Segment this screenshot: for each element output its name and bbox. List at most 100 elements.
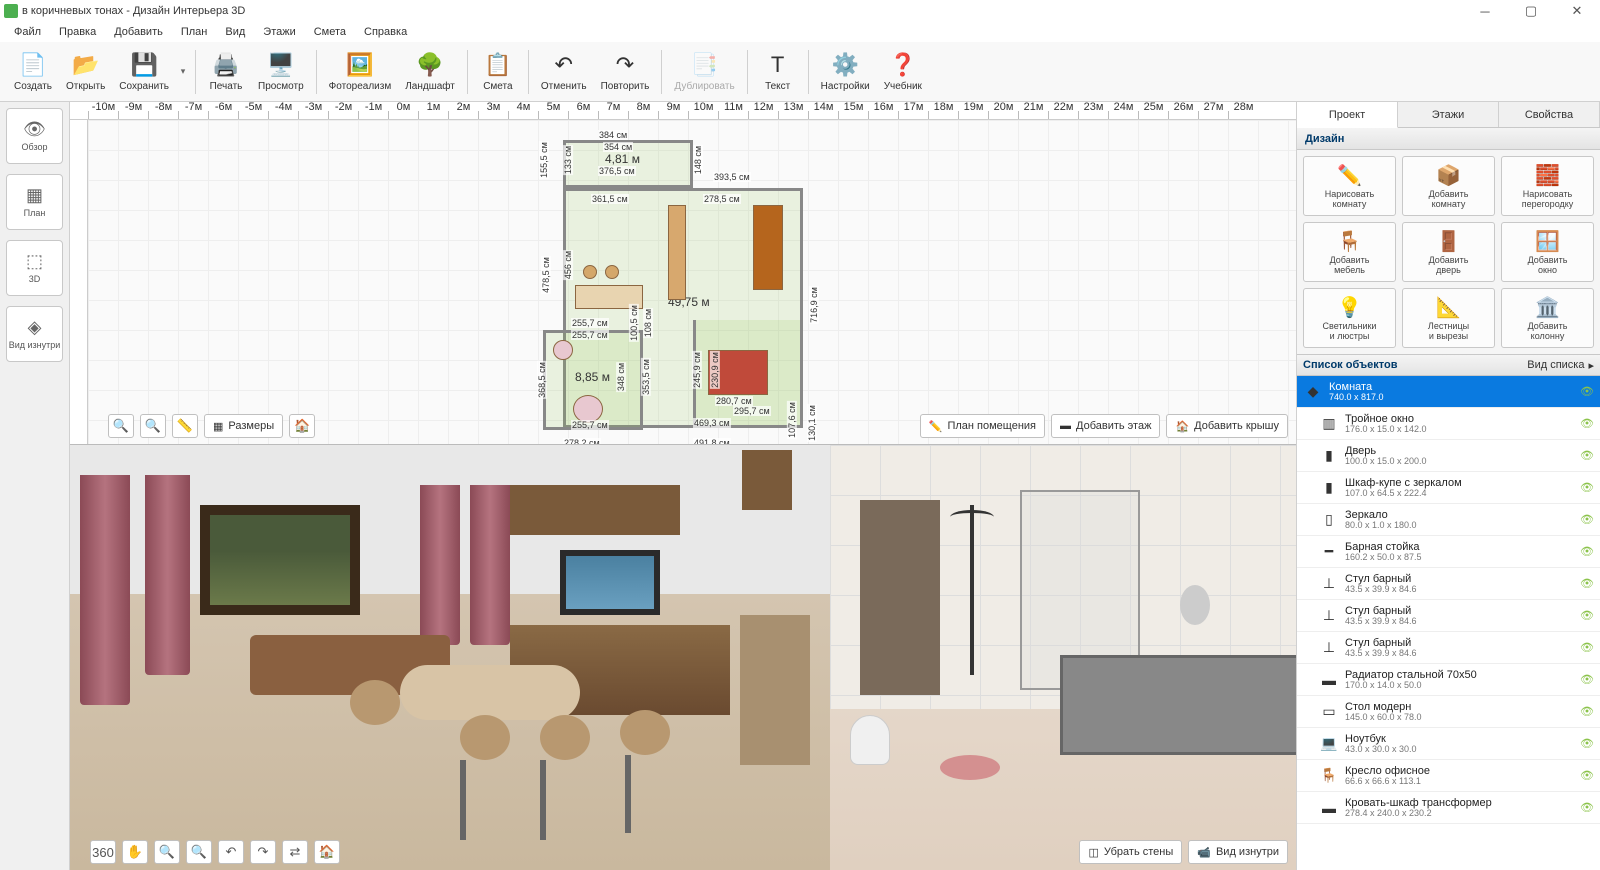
flip-button[interactable]: ⇄ <box>282 840 308 864</box>
object-item[interactable]: ▭Стол модерн145.0 x 60.0 x 78.0👁 <box>1297 696 1600 728</box>
visibility-icon[interactable]: 👁 <box>1580 673 1594 686</box>
settings-button[interactable]: ⚙️Настройки <box>815 44 876 100</box>
menu-Файл[interactable]: Файл <box>6 24 49 40</box>
view-3d-button[interactable]: ⬚3D <box>6 240 63 296</box>
object-item[interactable]: ━Барная стойка160.2 x 50.0 x 87.5👁 <box>1297 536 1600 568</box>
landscape-button[interactable]: 🌳Ландшафт <box>399 44 461 100</box>
preview-button[interactable]: 🖥️Просмотр <box>252 44 310 100</box>
furn-sofa[interactable] <box>668 205 686 300</box>
create-button[interactable]: 📄Создать <box>8 44 58 100</box>
duplicate-button[interactable]: 📑Дублировать <box>668 44 740 100</box>
home-3d-button[interactable]: 🏠 <box>314 840 340 864</box>
view-plan-button[interactable]: ▦План <box>6 174 63 230</box>
object-item[interactable]: ⊥Стул барный43.5 x 39.9 x 84.6👁 <box>1297 632 1600 664</box>
minimize-button[interactable]: ─ <box>1462 0 1508 22</box>
visibility-icon[interactable]: 👁 <box>1580 545 1594 558</box>
add-roof-button[interactable]: 🏠Добавить крышу <box>1166 414 1288 438</box>
design-btn[interactable]: 🏛️Добавитьколонну <box>1501 288 1594 348</box>
visibility-icon[interactable]: 👁 <box>1580 417 1594 430</box>
visibility-icon[interactable]: 👁 <box>1580 385 1594 398</box>
object-item[interactable]: ▬Радиатор стальной 70x50170.0 x 14.0 x 5… <box>1297 664 1600 696</box>
object-item[interactable]: ▮Шкаф-купе с зеркалом107.0 x 64.5 x 222.… <box>1297 472 1600 504</box>
object-item[interactable]: ▥Тройное окно176.0 x 15.0 x 142.0👁 <box>1297 408 1600 440</box>
list-view-toggle[interactable]: Вид списка▸ <box>1527 359 1594 372</box>
menu-Правка[interactable]: Правка <box>51 24 104 40</box>
design-btn[interactable]: 📐Лестницыи вырезы <box>1402 288 1495 348</box>
visibility-icon[interactable]: 👁 <box>1580 609 1594 622</box>
visibility-icon[interactable]: 👁 <box>1580 641 1594 654</box>
floorplan-button[interactable]: ✏️План помещения <box>920 414 1045 438</box>
plan-canvas[interactable]: 4,81 м 384 см 354 см 376,5 см 155,5 см 1… <box>88 120 1296 444</box>
tab-Этажи[interactable]: Этажи <box>1398 102 1499 127</box>
view-3d[interactable]: 360 ✋ 🔍 🔍 ↶ ↷ ⇄ 🏠 ◫Убрать стены 📹Вид изн… <box>70 444 1296 870</box>
text-button[interactable]: TТекст <box>754 44 802 100</box>
menu-План[interactable]: План <box>173 24 216 40</box>
object-item[interactable]: ▮Дверь100.0 x 15.0 x 200.0👁 <box>1297 440 1600 472</box>
zoom-out-button[interactable]: 🔍 <box>108 414 134 438</box>
visibility-icon[interactable]: 👁 <box>1580 449 1594 462</box>
menu-Справка[interactable]: Справка <box>356 24 415 40</box>
menu-Смета[interactable]: Смета <box>306 24 354 40</box>
tutorial-button[interactable]: ❓Учебник <box>878 44 928 100</box>
hand-tool-button[interactable]: ✋ <box>122 840 148 864</box>
furn-stool2[interactable] <box>605 265 619 279</box>
design-btn[interactable]: 💡Светильникии люстры <box>1303 288 1396 348</box>
menu-Этажи[interactable]: Этажи <box>255 24 303 40</box>
design-btn[interactable]: 📦Добавитькомнату <box>1402 156 1495 216</box>
rotate-360-button[interactable]: 360 <box>90 840 116 864</box>
design-btn[interactable]: 🪑Добавитьмебель <box>1303 222 1396 282</box>
save-dropdown[interactable]: ▾ <box>177 44 189 100</box>
tab-Свойства[interactable]: Свойства <box>1499 102 1600 127</box>
undo-button[interactable]: ↶Отменить <box>535 44 593 100</box>
furn-stool1[interactable] <box>583 265 597 279</box>
zoom-out-3d-button[interactable]: 🔍 <box>154 840 180 864</box>
visibility-icon[interactable]: 👁 <box>1580 737 1594 750</box>
object-item[interactable]: ◆Комната740.0 x 817.0👁 <box>1297 376 1600 408</box>
furn-toilet[interactable] <box>573 395 603 423</box>
furn-wash[interactable] <box>553 340 573 360</box>
visibility-icon[interactable]: 👁 <box>1580 801 1594 814</box>
object-item[interactable]: ⊥Стул барный43.5 x 39.9 x 84.6👁 <box>1297 600 1600 632</box>
rotate-left-button[interactable]: ↶ <box>218 840 244 864</box>
design-btn[interactable]: 🧱Нарисоватьперегородку <box>1501 156 1594 216</box>
zoom-in-3d-button[interactable]: 🔍 <box>186 840 212 864</box>
maximize-button[interactable]: ▢ <box>1508 0 1554 22</box>
add-floor-button[interactable]: ▬Добавить этаж <box>1051 414 1160 438</box>
inside-view-button[interactable]: 📹Вид изнутри <box>1188 840 1288 864</box>
visibility-icon[interactable]: 👁 <box>1580 513 1594 526</box>
remove-walls-button[interactable]: ◫Убрать стены <box>1079 840 1182 864</box>
home-button[interactable]: 🏠 <box>289 414 315 438</box>
design-btn[interactable]: ✏️Нарисоватькомнату <box>1303 156 1396 216</box>
visibility-icon[interactable]: 👁 <box>1580 577 1594 590</box>
plan-view-2d[interactable]: 4,81 м 384 см 354 см 376,5 см 155,5 см 1… <box>70 120 1296 444</box>
visibility-icon[interactable]: 👁 <box>1580 481 1594 494</box>
view-inside-button[interactable]: ◈Вид изнутри <box>6 306 63 362</box>
object-item[interactable]: ▯Зеркало80.0 x 1.0 x 180.0👁 <box>1297 504 1600 536</box>
print-button[interactable]: 🖨️Печать <box>202 44 250 100</box>
open-button[interactable]: 📂Открыть <box>60 44 111 100</box>
furn-wardrobe[interactable] <box>753 205 783 290</box>
object-item[interactable]: ▬Кровать-шкаф трансформер278.4 x 240.0 x… <box>1297 792 1600 824</box>
design-btn[interactable]: 🪟Добавитьокно <box>1501 222 1594 282</box>
measure-button[interactable]: 📏 <box>172 414 198 438</box>
menu-Добавить[interactable]: Добавить <box>106 24 171 40</box>
tab-Проект[interactable]: Проект <box>1297 102 1398 128</box>
view-overview-button[interactable]: 👁Обзор <box>6 108 63 164</box>
zoom-in-button[interactable]: 🔍 <box>140 414 166 438</box>
photoreal-button[interactable]: 🖼️Фотореализм <box>323 44 398 100</box>
object-list[interactable]: ◆Комната740.0 x 817.0👁▥Тройное окно176.0… <box>1297 376 1600 870</box>
menu-Вид[interactable]: Вид <box>217 24 253 40</box>
object-item[interactable]: 💻Ноутбук43.0 x 30.0 x 30.0👁 <box>1297 728 1600 760</box>
close-button[interactable]: ✕ <box>1554 0 1600 22</box>
visibility-icon[interactable]: 👁 <box>1580 705 1594 718</box>
design-btn[interactable]: 🚪Добавитьдверь <box>1402 222 1495 282</box>
redo-button[interactable]: ↷Повторить <box>595 44 656 100</box>
object-item[interactable]: 🪑Кресло офисное66.6 x 66.6 x 113.1👁 <box>1297 760 1600 792</box>
floorplan[interactable]: 4,81 м 384 см 354 см 376,5 см 155,5 см 1… <box>543 140 818 444</box>
save-button[interactable]: 💾Сохранить <box>113 44 175 100</box>
visibility-icon[interactable]: 👁 <box>1580 769 1594 782</box>
estimate-button[interactable]: 📋Смета <box>474 44 522 100</box>
dimensions-toggle[interactable]: ▦Размеры <box>204 414 283 438</box>
rotate-right-button[interactable]: ↷ <box>250 840 276 864</box>
object-item[interactable]: ⊥Стул барный43.5 x 39.9 x 84.6👁 <box>1297 568 1600 600</box>
